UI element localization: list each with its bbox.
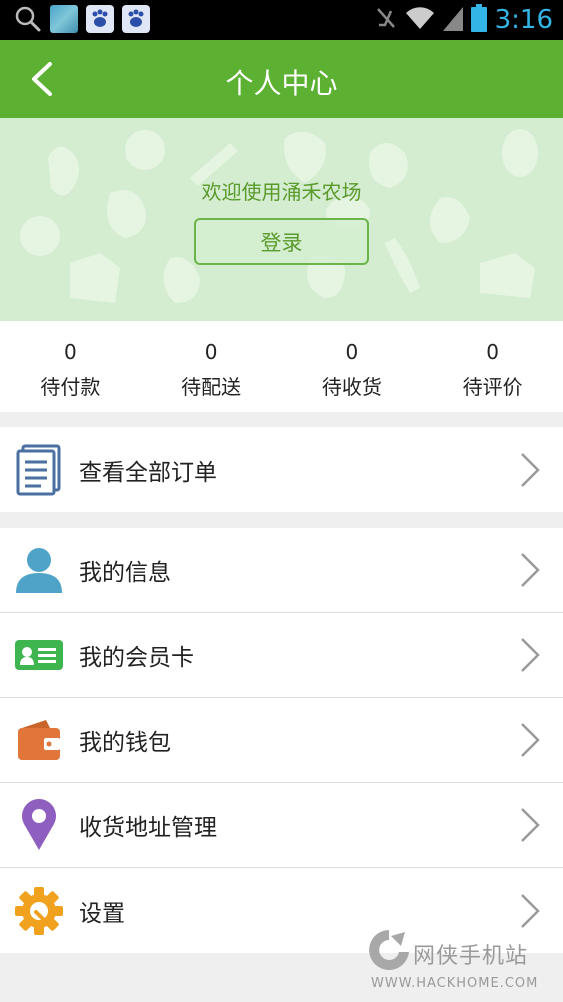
silent-mode-icon xyxy=(375,5,397,35)
order-stat-label: 待付款 xyxy=(40,375,101,399)
clock: 3:16 xyxy=(494,5,553,35)
watermark: 网侠手机站 WWW.HACKHOME.COM xyxy=(365,928,563,998)
order-stat-count: 0 xyxy=(204,340,218,364)
order-stat-label: 待收货 xyxy=(321,375,382,399)
order-stat-pending-receipt[interactable]: 0 待收货 xyxy=(282,321,423,412)
order-stat-pending-payment[interactable]: 0 待付款 xyxy=(0,321,141,412)
wallet-icon xyxy=(14,715,64,765)
menu-item-my-info[interactable]: 我的信息 xyxy=(0,528,563,613)
menu-item-all-orders[interactable]: 查看全部订单 xyxy=(0,427,563,512)
order-stat-pending-delivery[interactable]: 0 待配送 xyxy=(141,321,282,412)
menu-item-member-card[interactable]: 我的会员卡 xyxy=(0,613,563,698)
menu-item-wallet[interactable]: 我的钱包 xyxy=(0,698,563,783)
menu-item-label: 查看全部订单 xyxy=(79,459,217,486)
battery-icon xyxy=(470,4,487,36)
welcome-text: 欢迎使用涌禾农场 xyxy=(201,180,362,204)
order-stat-count: 0 xyxy=(486,340,499,364)
wifi-icon xyxy=(405,5,435,35)
page-title: 个人中心 xyxy=(225,67,338,100)
location-pin-icon xyxy=(14,799,64,850)
document-icon xyxy=(14,444,64,495)
login-button[interactable]: 登录 xyxy=(194,218,369,265)
chevron-right-icon xyxy=(519,721,541,759)
watermark-url: WWW.HACKHOME.COM xyxy=(371,976,539,991)
chevron-right-icon xyxy=(519,551,541,589)
order-stat-count: 0 xyxy=(345,340,359,364)
app-notification-icon xyxy=(50,5,78,33)
baidu-paw-icon xyxy=(122,5,150,33)
order-stat-label: 待评价 xyxy=(462,375,523,399)
settings-menu-group: 我的信息 我的会员卡 我的钱包 收货地址管理 设置 xyxy=(0,528,563,953)
watermark-title: 网侠手机站 xyxy=(413,944,529,969)
menu-item-label: 我的会员卡 xyxy=(79,645,194,671)
signal-icon xyxy=(442,5,463,35)
menu-item-label: 收货地址管理 xyxy=(79,815,217,841)
user-icon xyxy=(14,545,64,595)
chevron-right-icon xyxy=(519,451,541,489)
watermark-logo-icon xyxy=(367,928,411,978)
menu-item-address[interactable]: 收货地址管理 xyxy=(0,783,563,868)
menu-item-label: 我的钱包 xyxy=(79,730,171,756)
menu-item-label: 设置 xyxy=(79,900,125,927)
baidu-paw-icon xyxy=(86,5,114,33)
chevron-right-icon xyxy=(519,892,541,930)
gear-icon xyxy=(14,886,64,936)
status-bar: 3:16 xyxy=(0,0,563,40)
order-stat-pending-review[interactable]: 0 待评价 xyxy=(422,321,563,412)
search-notification-icon xyxy=(14,5,42,33)
order-status-summary: 0 待付款 0 待配送 0 待收货 0 待评价 xyxy=(0,321,563,412)
order-stat-count: 0 xyxy=(64,340,77,364)
chevron-right-icon xyxy=(519,636,541,674)
member-card-icon xyxy=(14,630,64,680)
order-stat-label: 待配送 xyxy=(181,375,242,399)
orders-group: 查看全部订单 xyxy=(0,427,563,512)
app-header: 个人中心 xyxy=(0,40,563,118)
welcome-banner: 欢迎使用涌禾农场 登录 xyxy=(0,118,563,321)
menu-item-label: 我的信息 xyxy=(79,560,171,586)
chevron-right-icon xyxy=(519,806,541,844)
